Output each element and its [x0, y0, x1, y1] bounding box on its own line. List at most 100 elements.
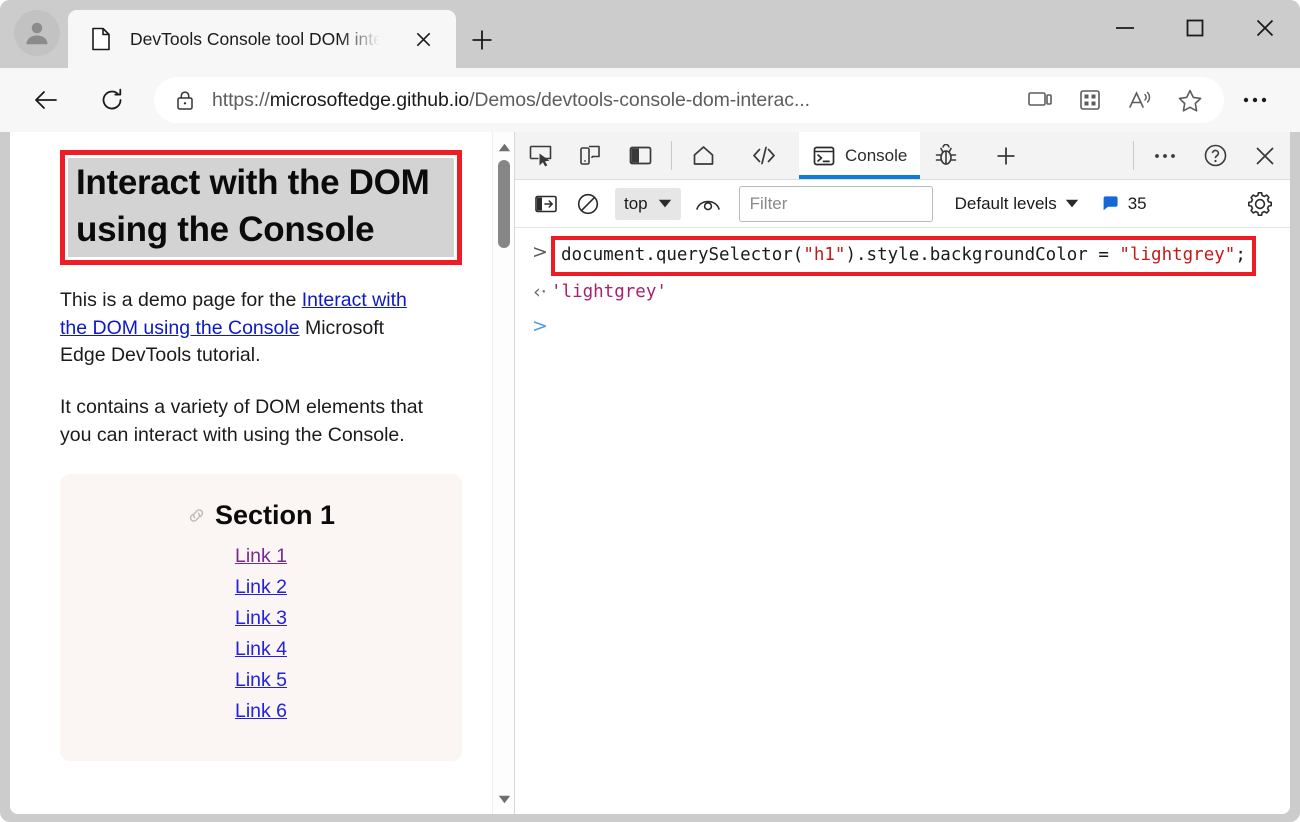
close-devtools-button[interactable] — [1240, 132, 1290, 179]
console-output-line: ‹· 'lightgrey' — [515, 276, 1290, 310]
close-icon — [414, 30, 433, 49]
clear-console-icon — [576, 192, 600, 216]
cast-icon — [1027, 89, 1053, 111]
toolbar-divider — [1133, 141, 1134, 170]
page-content: Interact with the DOM using the Console … — [10, 132, 498, 761]
section-link-4[interactable]: Link 4 — [235, 638, 287, 660]
collections-button[interactable] — [1068, 80, 1112, 120]
list-item: Link 2 — [80, 576, 442, 599]
more-tools-button[interactable] — [981, 132, 1040, 179]
cast-button[interactable] — [1018, 80, 1062, 120]
link-anchor-icon[interactable] — [187, 506, 206, 525]
section-link-3[interactable]: Link 3 — [235, 607, 287, 629]
browser-window: DevTools Console tool DOM inte — [0, 0, 1300, 822]
scroll-up-button[interactable] — [493, 136, 514, 158]
back-button[interactable] — [24, 78, 68, 122]
page-icon — [90, 27, 112, 51]
code-part-2: ).style.backgroundColor = — [845, 245, 1119, 265]
execution-context-value: top — [624, 194, 648, 214]
clear-console-button[interactable] — [569, 185, 607, 223]
code-part-3: "lightgrey" — [1119, 245, 1235, 265]
minimize-button[interactable] — [1090, 0, 1160, 56]
list-item: Link 6 — [80, 700, 442, 723]
tab-console[interactable]: Console — [799, 132, 920, 179]
section-1-title: Section 1 — [80, 500, 442, 531]
list-item: Link 1 — [80, 545, 442, 568]
tab-issues[interactable] — [920, 132, 981, 179]
execution-context-select[interactable]: top — [615, 188, 681, 220]
devtools-help-button[interactable] — [1190, 132, 1240, 179]
url-host: microsoftedge.github.io — [270, 89, 469, 111]
scrollbar-thumb[interactable] — [498, 160, 510, 248]
section-1-title-text: Section 1 — [215, 500, 335, 531]
console-settings-button[interactable] — [1240, 184, 1280, 224]
new-tab-button[interactable] — [466, 24, 498, 56]
devtools-more-button[interactable] — [1140, 132, 1190, 179]
lock-icon[interactable] — [174, 89, 196, 111]
browser-more-button[interactable] — [1232, 78, 1278, 122]
more-options-icon — [1153, 152, 1177, 160]
help-question-icon — [1203, 143, 1228, 168]
favorite-button[interactable] — [1168, 80, 1212, 120]
maximize-button[interactable] — [1160, 0, 1230, 56]
console-output-area[interactable]: > document.querySelector("h1").style.bac… — [515, 228, 1290, 814]
console-terminal-icon — [812, 145, 836, 167]
toolbar-divider — [671, 141, 672, 170]
omnibox[interactable]: https://microsoftedge.github.io/Demos/de… — [154, 77, 1224, 123]
console-output-glyph: ‹· — [529, 276, 551, 308]
code-part-0: document.querySelector( — [561, 245, 803, 265]
console-filter-bar: top Default levels — [515, 180, 1290, 228]
code-part-1: "h1" — [803, 245, 845, 265]
profile-button[interactable] — [14, 10, 60, 56]
url-text: https://microsoftedge.github.io/Demos/de… — [212, 89, 1012, 112]
console-prompt-line[interactable]: > — [515, 310, 1290, 350]
issues-bug-icon — [933, 144, 959, 168]
device-emulation-button[interactable] — [565, 132, 615, 179]
reload-button[interactable] — [90, 78, 134, 122]
tab-welcome[interactable] — [678, 132, 738, 179]
page-scrollbar[interactable] — [492, 132, 514, 814]
section-1-link-list: Link 1 Link 2 Link 3 Link 4 Link 5 Link … — [80, 545, 442, 723]
scroll-down-arrow-icon — [498, 795, 511, 804]
close-icon — [1254, 17, 1276, 39]
devtools-pane: Console — [514, 132, 1290, 814]
tab-elements[interactable] — [738, 132, 799, 179]
close-window-button[interactable] — [1230, 0, 1300, 56]
collections-icon — [1078, 88, 1102, 112]
devtools-tabbar: Console — [515, 132, 1290, 180]
gear-icon — [1247, 191, 1273, 217]
scroll-down-button[interactable] — [493, 788, 514, 810]
console-prompt-glyph: > — [529, 310, 551, 342]
inspect-element-button[interactable] — [515, 132, 565, 179]
section-link-1[interactable]: Link 1 — [235, 545, 287, 567]
dock-side-icon — [628, 144, 653, 167]
message-bubble-icon — [1101, 195, 1120, 212]
console-input-highlight-box: document.querySelector("h1").style.backg… — [551, 236, 1256, 276]
console-input-code[interactable]: document.querySelector("h1").style.backg… — [561, 245, 1246, 265]
page-paragraph-1: This is a demo page for the Interact wit… — [60, 287, 462, 370]
live-expression-button[interactable] — [689, 185, 727, 223]
reload-icon — [98, 86, 126, 114]
content-area: Interact with the DOM using the Console … — [10, 132, 1290, 814]
message-count-indicator[interactable]: 35 — [1101, 194, 1147, 214]
console-sidebar-icon — [534, 194, 558, 214]
list-item: Link 3 — [80, 607, 442, 630]
filter-input[interactable] — [739, 186, 933, 222]
tab-close-button[interactable] — [410, 26, 436, 52]
dock-side-button[interactable] — [615, 132, 665, 179]
scroll-up-arrow-icon — [498, 143, 511, 152]
url-scheme: https:// — [212, 89, 270, 111]
welcome-home-icon — [691, 144, 716, 167]
section-link-6[interactable]: Link 6 — [235, 700, 287, 722]
maximize-icon — [1185, 18, 1205, 38]
section-link-5[interactable]: Link 5 — [235, 669, 287, 691]
section-link-2[interactable]: Link 2 — [235, 576, 287, 598]
console-sidebar-toggle[interactable] — [527, 185, 565, 223]
read-aloud-button[interactable] — [1118, 80, 1162, 120]
tab-strip: DevTools Console tool DOM inte — [0, 0, 1300, 68]
browser-tab[interactable]: DevTools Console tool DOM inte — [68, 10, 456, 68]
tab-console-label: Console — [845, 146, 907, 166]
log-levels-select[interactable]: Default levels — [955, 194, 1079, 214]
list-item: Link 4 — [80, 638, 442, 661]
section-1-card: Section 1 Link 1 Link 2 Link 3 Link 4 Li… — [60, 474, 462, 761]
